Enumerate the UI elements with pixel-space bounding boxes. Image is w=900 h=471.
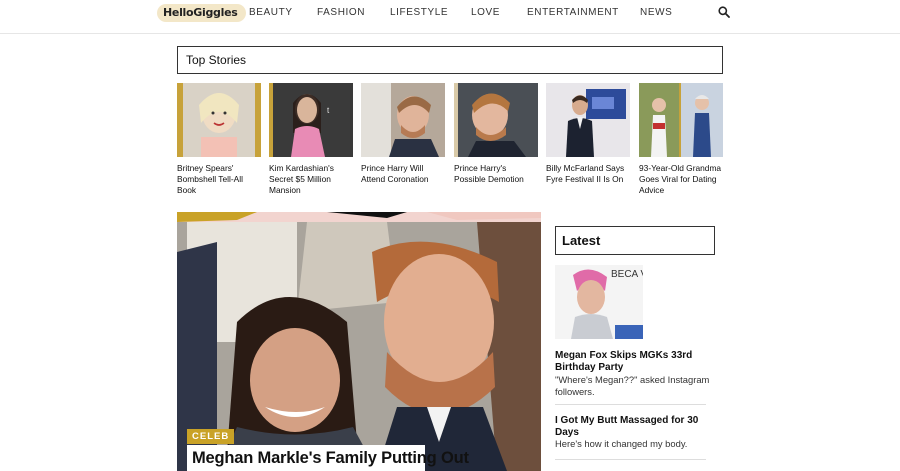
site-logo[interactable]: HelloGiggles — [157, 4, 246, 22]
backdrop-text: BECA VAL — [611, 269, 643, 280]
story-caption[interactable]: Prince Harry Will Attend Coronation — [361, 163, 445, 185]
nav-item-news[interactable]: NEWS — [640, 7, 672, 18]
story-card-harry-demotion[interactable]: Prince Harry's Possible Demotion — [454, 83, 538, 185]
latest-thumbnail[interactable]: BECA VAL — [555, 265, 643, 339]
story-card-billy[interactable]: Billy McFarland Says Fyre Festival II Is… — [546, 83, 630, 185]
hero-story[interactable]: CELEB Meghan Markle's Family Putting Out — [177, 212, 541, 471]
nav-item-beauty[interactable]: BEAUTY — [249, 7, 293, 18]
story-caption[interactable]: 93-Year-Old Grandma Goes Viral for Datin… — [639, 163, 723, 196]
nav-item-lifestyle[interactable]: LIFESTYLE — [390, 7, 448, 18]
latest-item-headline[interactable]: I Got My Butt Massaged for 30 Days — [555, 415, 710, 438]
story-thumbnail[interactable] — [177, 83, 261, 157]
divider — [555, 459, 706, 460]
story-thumbnail[interactable]: t — [269, 83, 353, 157]
story-card-britney[interactable]: Britney Spears' Bombshell Tell-All Book — [177, 83, 261, 196]
nav-item-entertainment[interactable]: ENTERTAINMENT — [527, 7, 619, 18]
latest-item-subtext: "Where's Megan??" asked Instagram follow… — [555, 374, 710, 397]
story-caption[interactable]: Billy McFarland Says Fyre Festival II Is… — [546, 163, 630, 185]
latest-item-headline[interactable]: Megan Fox Skips MGKs 33rd Birthday Party — [555, 350, 710, 373]
story-thumbnail[interactable] — [639, 83, 723, 157]
latest-title: Latest — [562, 233, 601, 248]
story-thumbnail[interactable] — [454, 83, 538, 157]
category-badge[interactable]: CELEB — [187, 429, 235, 444]
nav-item-love[interactable]: LOVE — [471, 7, 500, 18]
latest-item-subtext: Here's how it changed my body. — [555, 438, 688, 449]
story-caption[interactable]: Prince Harry's Possible Demotion — [454, 163, 538, 185]
story-card-harry-coronation[interactable]: Prince Harry Will Attend Coronation — [361, 83, 445, 185]
divider — [555, 404, 706, 405]
hero-headline[interactable]: Meghan Markle's Family Putting Out — [192, 449, 469, 468]
story-caption[interactable]: Britney Spears' Bombshell Tell-All Book — [177, 163, 261, 196]
story-card-grandma[interactable]: 93-Year-Old Grandma Goes Viral for Datin… — [639, 83, 723, 196]
nav-item-fashion[interactable]: FASHION — [317, 7, 365, 18]
story-caption[interactable]: Kim Kardashian's Secret $5 Million Mansi… — [269, 163, 353, 196]
top-stories-header: Top Stories — [177, 46, 723, 74]
story-thumbnail[interactable] — [546, 83, 630, 157]
top-navigation-bar: HelloGiggles BEAUTY FASHION LIFESTYLE LO… — [0, 0, 900, 34]
search-icon[interactable] — [718, 6, 730, 18]
hero-headline-container[interactable]: Meghan Markle's Family Putting Out — [187, 445, 469, 471]
story-card-kim[interactable]: t Kim Kardashian's Secret $5 Million Man… — [269, 83, 353, 196]
top-stories-title: Top Stories — [186, 53, 247, 67]
story-thumbnail[interactable] — [361, 83, 445, 157]
latest-header: Latest — [555, 226, 715, 255]
